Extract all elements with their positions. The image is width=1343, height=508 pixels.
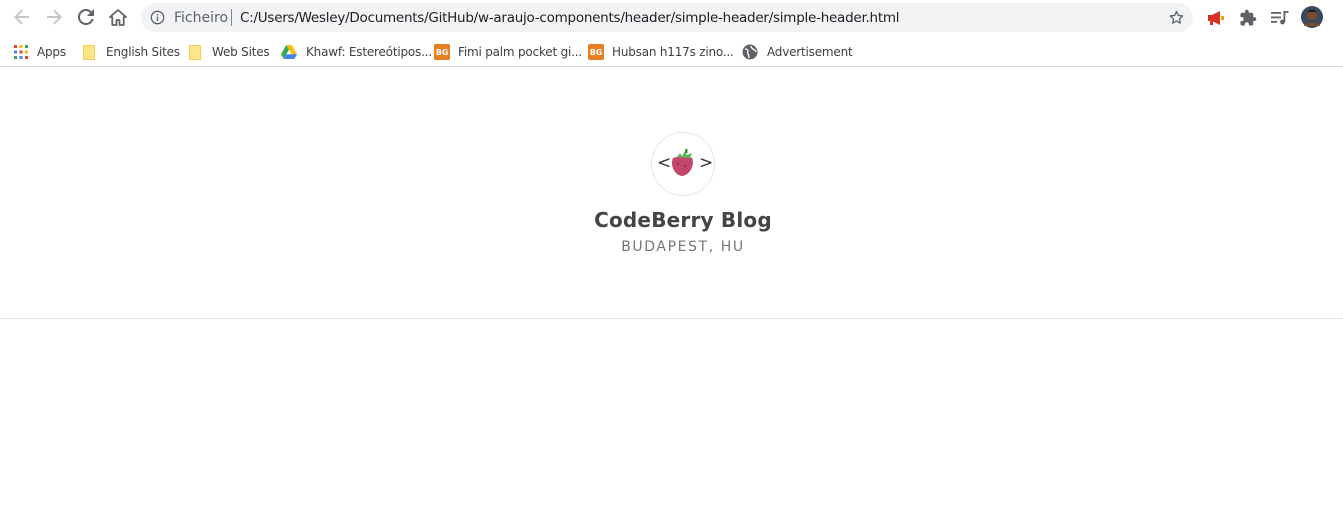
media-queue-button[interactable]	[1269, 7, 1291, 29]
bookmark-apps[interactable]: Apps	[14, 42, 66, 62]
forward-arrow-icon	[47, 9, 62, 25]
megaphone-icon	[1208, 11, 1224, 25]
google-drive-icon	[281, 45, 297, 59]
bookmark-label: Khawf: Estereótipos...	[306, 45, 432, 59]
bookmark-fimi[interactable]: BG Fimi palm pocket gi...	[434, 42, 582, 62]
address-bar[interactable]: Ficheiro C:/Users/Wesley/Documents/GitHu…	[141, 3, 1193, 32]
media-queue-icon	[1271, 11, 1289, 25]
logo-right-bracket: >	[699, 153, 714, 173]
folder-icon	[189, 44, 201, 60]
avatar-icon	[1301, 6, 1323, 28]
page-content: < > CodeBerry Blog BUDAPEST, HU	[0, 68, 1343, 508]
bookmark-web-sites[interactable]: Web Sites	[189, 42, 270, 62]
browser-toolbar: Ficheiro C:/Users/Wesley/Documents/GitHu…	[0, 0, 1343, 35]
reload-button[interactable]	[74, 5, 98, 29]
blog-location: BUDAPEST, HU	[621, 239, 745, 255]
url-text[interactable]: C:/Users/Wesley/Documents/GitHub/w-arauj…	[240, 10, 900, 26]
bookmark-advertisement[interactable]: Advertisement	[742, 42, 853, 62]
codeberry-logo[interactable]: < >	[651, 132, 715, 196]
forward-button[interactable]	[42, 5, 66, 29]
bookmark-label: Fimi palm pocket gi...	[458, 45, 582, 59]
omnibox-divider	[231, 9, 232, 26]
bookmark-label: Web Sites	[212, 45, 270, 59]
puzzle-icon	[1240, 9, 1257, 26]
profile-avatar[interactable]	[1300, 5, 1324, 29]
megaphone-extension[interactable]	[1205, 7, 1227, 29]
apps-grid-icon	[14, 45, 28, 59]
bg-badge-icon: BG	[588, 44, 604, 60]
home-icon	[109, 8, 127, 26]
bookmark-label: Apps	[37, 45, 66, 59]
strawberry-icon	[672, 149, 693, 176]
bookmark-english-sites[interactable]: English Sites	[83, 42, 180, 62]
info-icon[interactable]	[150, 10, 165, 25]
url-scheme-label: Ficheiro	[174, 10, 229, 26]
bookmark-label: Hubsan h117s zino...	[612, 45, 734, 59]
extensions-button[interactable]	[1237, 7, 1259, 29]
bg-badge-icon: BG	[434, 44, 450, 60]
bookmark-khawf[interactable]: Khawf: Estereótipos...	[281, 42, 432, 62]
home-button[interactable]	[106, 5, 130, 29]
bookmark-star-icon[interactable]	[1168, 9, 1185, 26]
reload-icon	[78, 9, 94, 25]
globe-icon	[742, 44, 758, 60]
bookmark-hubsan[interactable]: BG Hubsan h117s zino...	[588, 42, 734, 62]
simple-header: < > CodeBerry Blog BUDAPEST, HU	[0, 68, 1343, 319]
back-arrow-icon	[14, 9, 29, 25]
folder-icon	[83, 44, 95, 60]
bookmark-label: English Sites	[106, 45, 180, 59]
blog-title: CodeBerry Blog	[594, 208, 772, 232]
bookmarks-bar: Apps English Sites Web Sites Khawf: Este…	[0, 36, 1343, 67]
back-button[interactable]	[10, 5, 34, 29]
bookmark-label: Advertisement	[767, 45, 853, 59]
